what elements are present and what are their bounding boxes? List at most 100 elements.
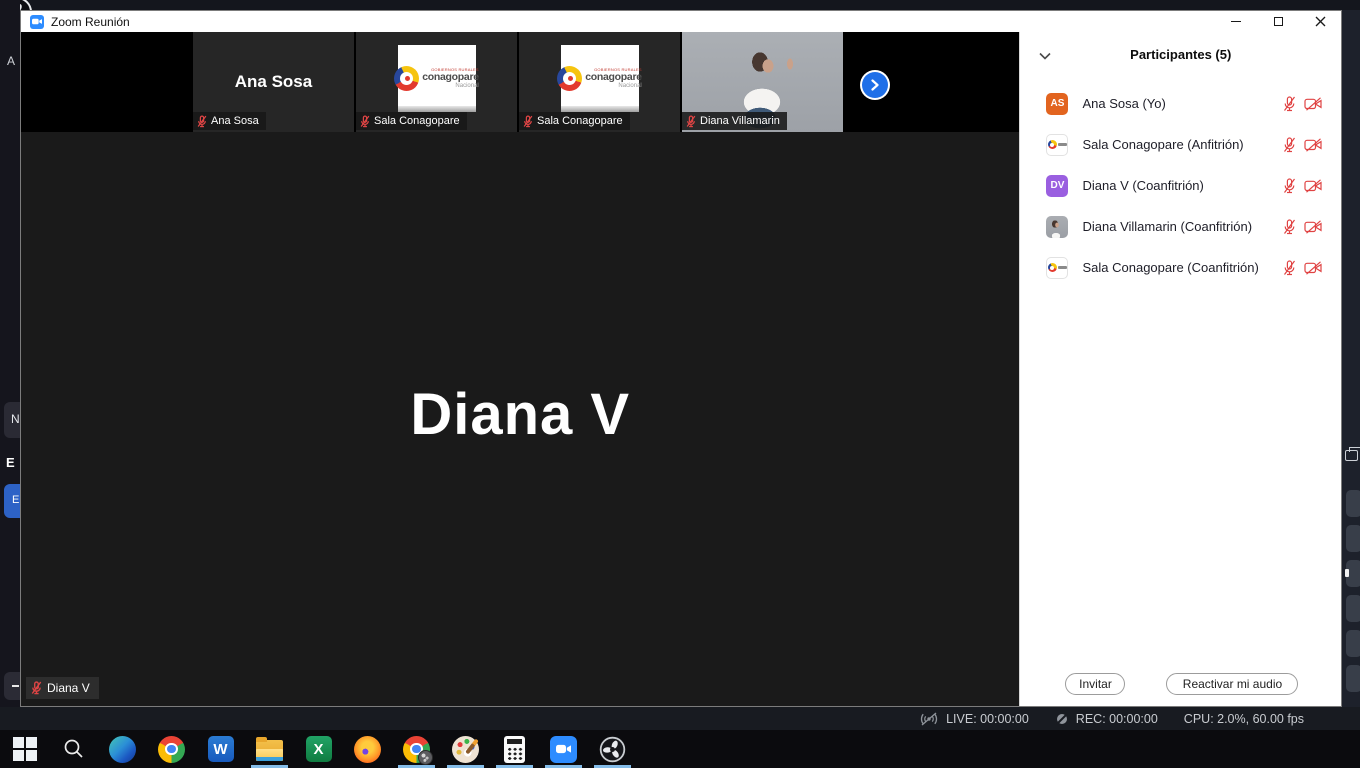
obs-title-fragment: A [7,54,15,68]
tile-name-label: Ana Sosa [193,112,266,130]
cpu-stats: CPU: 2.0%, 60.00 fps [1184,712,1304,726]
tile-name-label: Sala Conagopare [519,112,630,130]
obs-dock-button-sliver [1346,630,1360,657]
avatar-photo [1046,216,1068,238]
next-page-arrow-button[interactable] [860,70,890,100]
avatar-initials: AS [1046,93,1068,115]
participant-name: Diana V (Coanfitrión) [1082,178,1203,193]
zoom-app-icon [550,736,577,763]
video-tile-sala-conagopare[interactable]: GOBIERNOS RURALES conagopare Nacional Sa… [519,32,680,132]
unmute-audio-button[interactable]: Reactivar mi audio [1166,673,1298,695]
taskbar-file-explorer[interactable] [245,730,294,768]
taskbar-excel[interactable]: X [294,730,343,768]
obs-window-left-edge[interactable]: A N E E [0,0,20,730]
obs-dock-button-sliver [1346,595,1360,622]
video-stage: Ana Sosa Ana Sosa GOBIERNOS RURA [21,32,1019,706]
edge-icon [109,736,136,763]
chevron-right-icon [862,72,888,98]
conagopare-logo: GOBIERNOS RURALES conagopare Nacional [561,45,639,112]
chrome-icon [403,736,430,763]
obs-panel-fragment: E [6,455,15,470]
firefox-icon [354,736,381,763]
word-icon: W [208,736,234,762]
start-button[interactable] [0,730,49,768]
close-button[interactable] [1299,11,1341,32]
tile-name-label: Diana Villamarin [682,112,787,130]
participant-row[interactable]: Diana Villamarin (Coanfitrión) [1020,206,1341,247]
invite-button[interactable]: Invitar [1065,673,1125,695]
conagopare-ring-icon [1048,140,1057,149]
taskbar-obs[interactable] [588,730,637,768]
video-tile-diana-villamarin[interactable]: Diana Villamarin [682,32,843,132]
participant-row[interactable]: Sala Conagopare (Coanfitrión) [1020,247,1341,288]
taskbar-edge[interactable] [98,730,147,768]
video-tile-sala-conagopare[interactable]: GOBIERNOS RURALES conagopare Nacional Sa… [356,32,517,132]
obs-status-bar: LIVE: 00:00:00 REC: 00:00:00 CPU: 2.0%, … [0,707,1360,730]
avatar-conagopare-logo [1046,134,1068,156]
zoom-meeting-window: Zoom Reunión Ana Sosa Ana Sosa [20,10,1342,707]
participant-name: Diana Villamarin (Coanfitrión) [1082,219,1252,234]
conagopare-ring-icon [1048,263,1057,272]
participant-name: Ana Sosa (Yo) [1082,96,1165,111]
file-explorer-icon [256,740,283,761]
taskbar-calculator[interactable] [490,730,539,768]
video-off-icon [1304,138,1323,152]
stream-inactive-icon [919,712,939,726]
mic-muted-icon [686,115,696,128]
live-timer: LIVE: 00:00:00 [946,712,1029,726]
video-tile-ana-sosa[interactable]: Ana Sosa Ana Sosa [193,32,354,132]
taskbar-word[interactable]: W [196,730,245,768]
record-inactive-icon [1055,712,1069,726]
obs-dock-button-sliver [1346,560,1360,587]
mic-muted-icon [31,681,42,695]
avatar-conagopare-logo [1046,257,1068,279]
obs-window-right-edge[interactable] [1342,10,1360,730]
participant-row[interactable]: DV Diana V (Coanfitrión) [1020,165,1341,206]
participant-row[interactable]: Sala Conagopare (Anfitrión) [1020,124,1341,165]
participants-title: Participantes (5) [1020,32,1341,62]
minimize-button[interactable] [1215,11,1257,32]
avatar-initials: DV [1046,175,1068,197]
mic-muted-icon [1283,178,1296,194]
maximize-button[interactable] [1257,11,1299,32]
mic-muted-icon [1283,96,1296,112]
mic-muted-icon [1283,260,1296,276]
rec-timer: REC: 00:00:00 [1076,712,1158,726]
chrome-icon [158,736,185,763]
window-title: Zoom Reunión [51,15,130,29]
mic-muted-icon [1283,137,1296,153]
search-icon [62,737,86,761]
taskbar-chrome-profile[interactable] [392,730,441,768]
mic-muted-icon [523,115,533,128]
windows-taskbar: W X [0,730,1360,768]
windows-logo-icon [13,737,37,761]
participant-name: Sala Conagopare (Coanfitrión) [1082,260,1258,275]
chevron-down-icon[interactable] [1039,47,1051,65]
video-off-icon [1304,220,1323,234]
active-speaker-name: Diana V [21,381,1019,448]
self-view-label: Diana V [26,677,99,699]
calculator-icon [504,736,525,763]
obs-dock-button-sliver [1346,525,1360,552]
conagopare-ring-icon [557,66,582,91]
taskbar-search-button[interactable] [49,730,98,768]
obs-window-copy-icon [1345,450,1358,461]
mic-muted-icon [197,115,207,128]
taskbar-paint[interactable] [441,730,490,768]
mic-muted-icon [360,115,370,128]
video-off-icon [1304,97,1323,111]
participants-panel: Participantes (5) AS Ana Sosa (Yo) [1019,32,1341,706]
window-titlebar[interactable]: Zoom Reunión [21,11,1341,32]
participant-row[interactable]: AS Ana Sosa (Yo) [1020,83,1341,124]
video-off-icon [1304,179,1323,193]
taskbar-chrome[interactable] [147,730,196,768]
paint-palette-icon [452,736,479,763]
excel-icon: X [306,736,332,762]
conagopare-logo: GOBIERNOS RURALES conagopare Nacional [398,45,476,112]
mic-muted-icon [1283,219,1296,235]
video-off-icon [1304,261,1323,275]
taskbar-firefox[interactable] [343,730,392,768]
obs-dock-button-sliver [1346,665,1360,692]
taskbar-zoom[interactable] [539,730,588,768]
obs-dock-button-sliver [1346,490,1360,517]
